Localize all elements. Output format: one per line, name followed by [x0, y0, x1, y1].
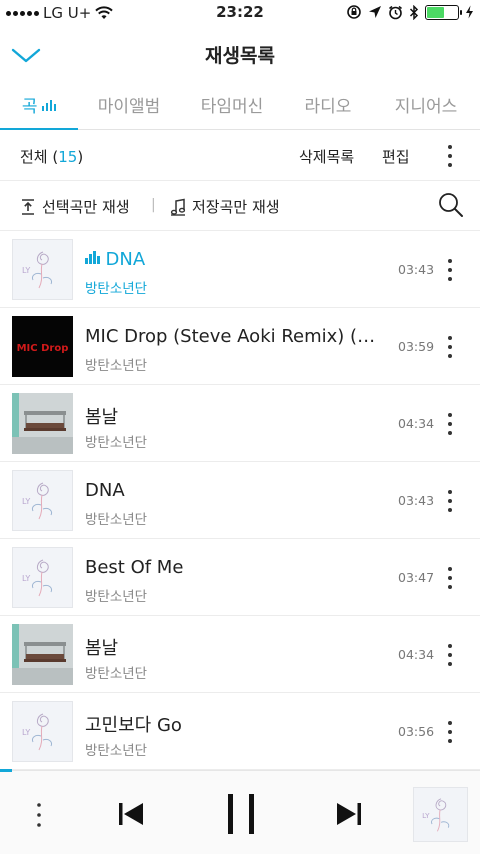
song-duration: 03:43 — [398, 262, 435, 277]
song-more-icon[interactable] — [440, 256, 460, 284]
song-title: DNA — [85, 249, 145, 270]
tab-genius[interactable]: 지니어스 — [372, 82, 480, 129]
song-row[interactable]: LY DNA 방탄소년단 03:43 — [0, 462, 480, 539]
song-more-icon[interactable] — [440, 487, 460, 515]
album-art-mic-drop: MIC Drop — [12, 316, 73, 377]
rose-sketch-icon: LY — [22, 559, 52, 597]
song-duration: 03:47 — [398, 570, 435, 585]
status-right — [346, 4, 474, 20]
play-saved-label: 저장곡만 재생 — [192, 198, 280, 216]
location-icon — [369, 6, 381, 18]
bluetooth-icon — [409, 4, 419, 20]
song-list: LY DNA 방탄소년단 03:43 MIC Drop MIC Drop (St… — [0, 231, 480, 770]
mini-player: LY — [0, 769, 480, 854]
song-more-icon[interactable] — [440, 641, 460, 669]
song-duration: 03:59 — [398, 339, 435, 354]
svg-text:LY: LY — [422, 811, 430, 820]
song-artist: 방탄소년단 — [85, 666, 148, 682]
song-row[interactable]: 봄날 방탄소년단 04:34 — [0, 616, 480, 693]
album-art-bts: LY — [12, 239, 73, 300]
song-title-text: DNA — [105, 249, 146, 270]
song-artist: 방탄소년단 — [85, 512, 148, 528]
song-artist: 방탄소년단 — [85, 358, 148, 374]
player-more-icon[interactable] — [34, 801, 44, 829]
battery-icon — [425, 4, 462, 20]
divider: | — [151, 197, 156, 213]
rose-sketch-icon: LY — [22, 482, 52, 520]
song-more-icon[interactable] — [440, 410, 460, 438]
equalizer-icon — [41, 100, 57, 111]
next-track-icon[interactable] — [336, 801, 362, 827]
previous-track-icon[interactable] — [118, 801, 144, 827]
song-artist: 방탄소년단 — [85, 589, 148, 605]
total-label: 전체 — [20, 148, 48, 166]
deleted-list-button[interactable]: 삭제목록 — [299, 146, 354, 167]
song-row[interactable]: LY DNA 방탄소년단 03:43 — [0, 231, 480, 308]
song-row[interactable]: LY Best Of Me 방탄소년단 03:47 — [0, 539, 480, 616]
playback-progress-bar[interactable] — [0, 769, 12, 772]
tab-radio[interactable]: 라디오 — [284, 82, 372, 129]
playback-filter-row: 선택곡만 재생 | 저장곡만 재생 — [0, 181, 480, 231]
song-more-icon[interactable] — [440, 333, 460, 361]
song-title: 봄날 — [85, 638, 119, 659]
svg-text:LY: LY — [22, 266, 30, 275]
tab-my-album[interactable]: 마이앨범 — [78, 82, 180, 129]
song-artist: 방탄소년단 — [85, 281, 148, 297]
tab-time-machine[interactable]: 타임머신 — [180, 82, 284, 129]
pause-icon[interactable] — [225, 793, 257, 835]
album-art-bts: LY — [12, 470, 73, 531]
song-title: DNA — [85, 480, 125, 501]
album-art-bts: LY — [12, 547, 73, 608]
play-saved-button[interactable]: 저장곡만 재생 — [170, 196, 280, 217]
more-options-icon[interactable] — [440, 141, 460, 171]
app-header: 재생목록 — [0, 26, 480, 82]
status-bar: LG U+ 23:22 — [0, 0, 480, 26]
song-title: 고민보다 Go — [85, 715, 182, 736]
now-playing-album-art[interactable]: LY — [413, 787, 468, 842]
tab-songs[interactable]: 곡 — [0, 82, 78, 130]
charging-icon — [466, 5, 473, 19]
svg-text:LY: LY — [22, 728, 30, 737]
song-duration: 03:43 — [398, 493, 435, 508]
song-duration: 04:34 — [398, 416, 435, 431]
song-title: 봄날 — [85, 407, 119, 428]
svg-text:LY: LY — [22, 497, 30, 506]
song-more-icon[interactable] — [440, 718, 460, 746]
play-selected-icon — [22, 198, 34, 215]
album-art-bts: LY — [12, 701, 73, 762]
alarm-icon — [389, 5, 402, 19]
song-more-icon[interactable] — [440, 564, 460, 592]
tab-songs-label: 곡 — [21, 97, 38, 117]
album-art-spring-day — [12, 393, 73, 454]
now-playing-icon — [85, 251, 100, 264]
rose-sketch-icon: LY — [22, 713, 52, 751]
svg-text:LY: LY — [22, 574, 30, 583]
search-icon[interactable] — [437, 191, 465, 219]
orientation-lock-icon — [347, 5, 361, 19]
album-art-spring-day — [12, 624, 73, 685]
svg-text:MIC Drop: MIC Drop — [17, 343, 69, 354]
song-artist: 방탄소년단 — [85, 743, 148, 759]
list-toolbar: 전체 (15) 삭제목록 편집 — [0, 131, 480, 181]
rose-sketch-icon: LY — [22, 251, 52, 289]
song-duration: 03:56 — [398, 724, 435, 739]
play-selected-label: 선택곡만 재생 — [42, 198, 130, 216]
song-row[interactable]: 봄날 방탄소년단 04:34 — [0, 385, 480, 462]
song-row[interactable]: MIC Drop MIC Drop (Steve Aoki Remix) (F.… — [0, 308, 480, 385]
song-title: MIC Drop (Steve Aoki Remix) (F... — [85, 326, 380, 347]
page-title: 재생목록 — [205, 45, 275, 67]
total-count-value: 15 — [58, 148, 78, 166]
song-artist: 방탄소년단 — [85, 435, 148, 451]
song-row[interactable]: LY 고민보다 Go 방탄소년단 03:56 — [0, 693, 480, 770]
song-duration: 04:34 — [398, 647, 435, 662]
total-count: 전체 (15) — [20, 148, 84, 166]
edit-button[interactable]: 편집 — [382, 146, 410, 167]
tab-bar: 곡 마이앨범 타임머신 라디오 지니어스 — [0, 82, 480, 130]
play-selected-button[interactable]: 선택곡만 재생 — [20, 196, 130, 217]
song-title: Best Of Me — [85, 557, 184, 578]
music-note-icon — [170, 198, 186, 216]
